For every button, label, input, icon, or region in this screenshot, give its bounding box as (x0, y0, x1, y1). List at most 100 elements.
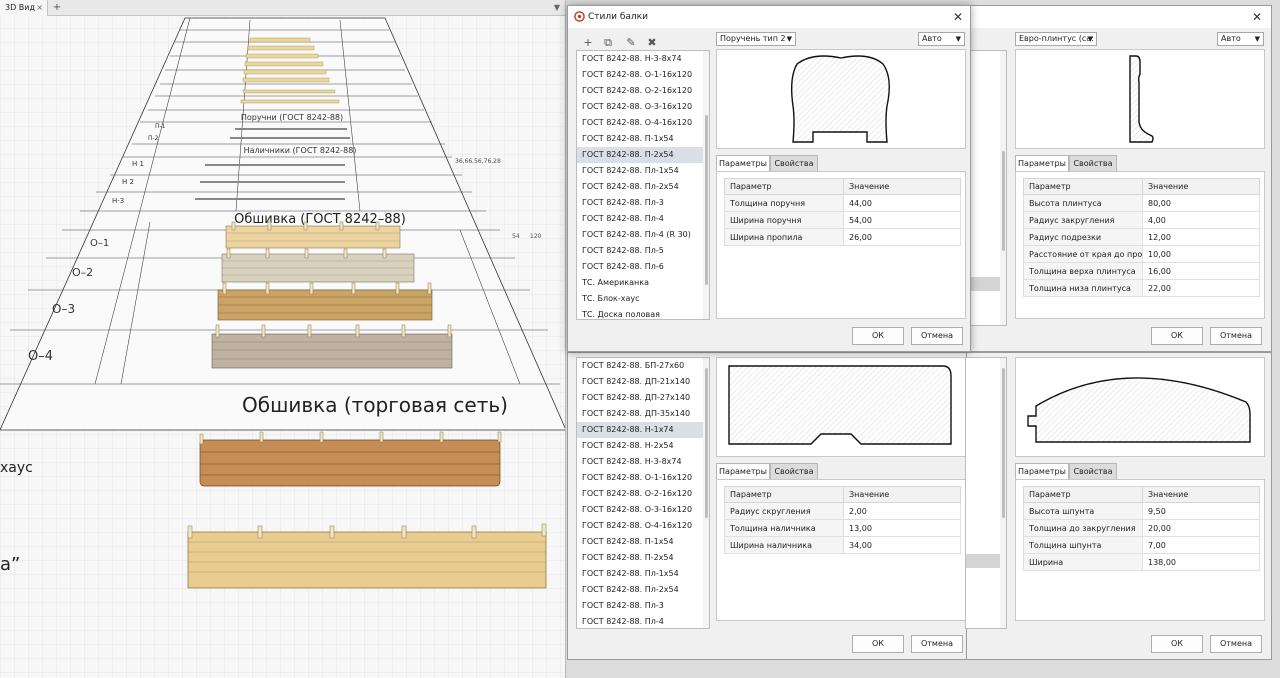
close-icon[interactable]: ✕ (1249, 8, 1265, 26)
tab-properties[interactable]: Свойства (1069, 155, 1117, 171)
tab-parameters[interactable]: Параметры (1015, 155, 1069, 171)
param-value[interactable]: 20,00 (1142, 519, 1260, 537)
list-scrollbar[interactable] (703, 358, 709, 628)
list-item[interactable]: ГОСТ 8242-88. Пл-1х54 (577, 163, 709, 179)
list-item[interactable]: ГОСТ 8242-88. П-1х54 (577, 534, 709, 550)
param-value[interactable]: 12,00 (1142, 228, 1260, 246)
list-item[interactable]: ГОСТ 8242-88. П-1х54 (577, 131, 709, 147)
list-item[interactable]: ГОСТ 8242-88. Пл-6 (577, 259, 709, 275)
table-row[interactable]: Толщина верха плинтуса 16,00 (1023, 262, 1260, 280)
auto-select[interactable]: Авто ▼ (1217, 32, 1264, 46)
3d-viewport[interactable]: 3D Вид × + ▼ Поручни (ГОСТ 8242-88) Нали… (0, 0, 566, 678)
tab-properties[interactable]: Свойства (1069, 463, 1117, 479)
list-scrollbar[interactable] (703, 51, 709, 319)
list-item[interactable]: ГОСТ 8242-88. ДП-27х140 (577, 390, 709, 406)
param-value[interactable]: 80,00 (1142, 194, 1260, 212)
list-scrollbar[interactable] (1000, 51, 1006, 325)
table-row[interactable]: Толщина шпунта 7,00 (1023, 536, 1260, 554)
list-item[interactable]: ГОСТ 8242-88. ДП-35х140 (577, 406, 709, 422)
list-item[interactable]: ГОСТ 8242-88. О-2-16х120 (577, 486, 709, 502)
param-value[interactable]: 16,00 (1142, 262, 1260, 280)
auto-select[interactable]: Авто ▼ (918, 32, 965, 46)
param-value[interactable]: 13,00 (843, 519, 961, 537)
tab-parameters[interactable]: Параметры (1015, 463, 1069, 479)
table-row[interactable]: Радиус закругления 4,00 (1023, 211, 1260, 229)
cancel-button[interactable]: Отмена (1210, 327, 1262, 345)
list-item[interactable]: ТС. Блок-хаус (577, 291, 709, 307)
table-row[interactable]: Ширина 138,00 (1023, 553, 1260, 571)
param-value[interactable]: 7,00 (1142, 536, 1260, 554)
list-item[interactable]: ГОСТ 8242-88. ДП-21х140 (577, 374, 709, 390)
param-value[interactable]: 22,00 (1142, 279, 1260, 297)
param-value[interactable]: 54,00 (843, 211, 961, 229)
list-item[interactable]: ГОСТ 8242-88. БП-27х60 (577, 358, 709, 374)
table-row[interactable]: Радиус скругления 2,00 (724, 502, 961, 520)
list-item[interactable]: ГОСТ 8242-88. Пл-5 (577, 243, 709, 259)
ok-button[interactable]: ОК (852, 327, 904, 345)
list-item[interactable]: ГОСТ 8242-88. П-2х54 (577, 147, 709, 163)
list-item[interactable]: ГОСТ 8242-88. Пл-4 (577, 614, 709, 628)
table-row[interactable]: Ширина наличника 34,00 (724, 536, 961, 554)
list-item[interactable]: ГОСТ 8242-88. Пл-1х54 (577, 566, 709, 582)
tab-properties[interactable]: Свойства (770, 463, 818, 479)
list-item[interactable]: ГОСТ 8242-88. Пл-3 (577, 598, 709, 614)
scroll-thumb[interactable] (705, 368, 708, 518)
param-value[interactable]: 34,00 (843, 536, 961, 554)
list-item[interactable]: ГОСТ 8242-88. Н-3-8х74 (577, 51, 709, 67)
list-item[interactable]: ГОСТ 8242-88. Пл-4 (577, 211, 709, 227)
tab-properties[interactable]: Свойства (770, 155, 818, 171)
list-item[interactable]: ГОСТ 8242-88. Пл-2х54 (577, 179, 709, 195)
param-value[interactable]: 44,00 (843, 194, 961, 212)
tab-parameters[interactable]: Параметры (716, 155, 770, 171)
list-item[interactable]: ГОСТ 8242-88. Пл-3 (577, 195, 709, 211)
param-value[interactable]: 4,00 (1142, 211, 1260, 229)
list-item[interactable]: ГОСТ 8242-88. Пл-4 (R 30) (577, 227, 709, 243)
add-tab-icon[interactable]: + (50, 0, 64, 16)
scroll-thumb[interactable] (1002, 151, 1005, 251)
tab-parameters[interactable]: Параметры (716, 463, 770, 479)
tab-close-icon[interactable]: × (36, 0, 43, 16)
profile-type-select[interactable]: Евро-плинтус (са: ▼ (1015, 32, 1097, 46)
list-item[interactable]: ГОСТ 8242-88. О-2-16х120 (577, 83, 709, 99)
list-item[interactable]: ГОСТ 8242-88. Н-3-8х74 (577, 454, 709, 470)
style-list[interactable]: ГОСТ 8242-88. Н-3-8х74 ГОСТ 8242-88. О-1… (576, 50, 710, 320)
add-icon[interactable]: + (580, 35, 596, 51)
ok-button[interactable]: ОК (1151, 327, 1203, 345)
scroll-thumb[interactable] (705, 115, 708, 285)
table-row[interactable]: Радиус подрезки 12,00 (1023, 228, 1260, 246)
list-scrollbar[interactable] (1000, 358, 1006, 628)
table-row[interactable]: Высота шпунта 9,50 (1023, 502, 1260, 520)
list-item[interactable]: ГОСТ 8242-88. Пл-2х54 (577, 582, 709, 598)
param-value[interactable]: 2,00 (843, 502, 961, 520)
dialog-titlebar[interactable]: Стили балки ✕ (568, 6, 970, 28)
cancel-button[interactable]: Отмена (1210, 635, 1262, 653)
list-item[interactable]: ГОСТ 8242-88. Н-1х74 (577, 422, 709, 438)
table-row[interactable]: Толщина низа плинтуса 22,00 (1023, 279, 1260, 297)
table-row[interactable]: Толщина до закругления 20,00 (1023, 519, 1260, 537)
table-row[interactable]: Толщина поручня 44,00 (724, 194, 961, 212)
style-list[interactable]: ГОСТ 8242-88. БП-27х60 ГОСТ 8242-88. ДП-… (576, 357, 710, 629)
param-value[interactable]: 10,00 (1142, 245, 1260, 263)
cancel-button[interactable]: Отмена (911, 327, 963, 345)
tab-3d-view[interactable]: 3D Вид × (0, 0, 48, 16)
list-item[interactable]: ГОСТ 8242-88. О-4-16х120 (577, 518, 709, 534)
param-value[interactable]: 26,00 (843, 228, 961, 246)
param-value[interactable]: 138,00 (1142, 553, 1260, 571)
list-item[interactable]: ТС. Доска половая (577, 307, 709, 319)
table-row[interactable]: Расстояние от края до пропила10,00 (1023, 245, 1260, 263)
table-row[interactable]: Ширина пропила 26,00 (724, 228, 961, 246)
ok-button[interactable]: ОК (852, 635, 904, 653)
profile-type-select[interactable]: Поручень тип 2 ▼ (716, 32, 796, 46)
list-item[interactable]: ГОСТ 8242-88. О-3-16х120 (577, 502, 709, 518)
list-item[interactable]: ГОСТ 8242-88. Н-2х54 (577, 438, 709, 454)
cancel-button[interactable]: Отмена (911, 635, 963, 653)
list-item[interactable]: ГОСТ 8242-88. О-1-16х120 (577, 470, 709, 486)
list-item[interactable]: ГОСТ 8242-88. О-3-16х120 (577, 99, 709, 115)
scroll-thumb[interactable] (1002, 368, 1005, 518)
close-icon[interactable]: ✕ (950, 8, 966, 26)
param-value[interactable]: 9,50 (1142, 502, 1260, 520)
edit-icon[interactable]: ✎ (623, 35, 639, 51)
list-item[interactable]: ТС. Американка (577, 275, 709, 291)
list-item[interactable]: ГОСТ 8242-88. П-2х54 (577, 550, 709, 566)
ok-button[interactable]: ОК (1151, 635, 1203, 653)
